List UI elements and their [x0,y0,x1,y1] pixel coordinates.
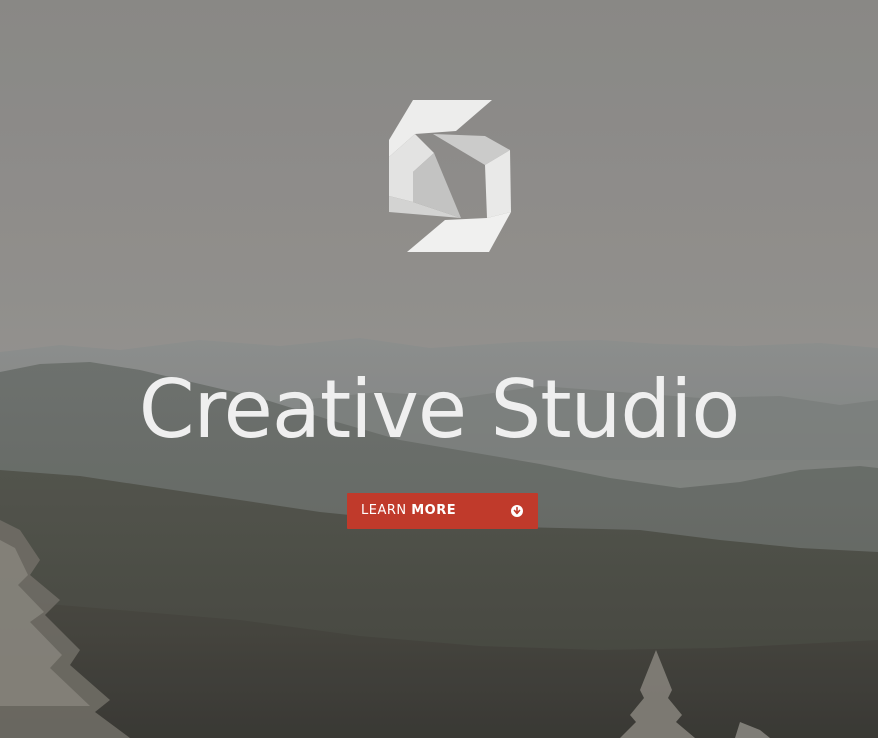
arrow-down-circle-icon [511,505,523,517]
learn-more-label-bold: MORE [411,503,457,518]
hero-section: Creative Studio LEARN MORE [0,0,878,738]
learn-more-label-light: LEARN [361,503,407,518]
learn-more-label: LEARN MORE [361,503,456,518]
page-title: Creative Studio [138,363,741,456]
studio-logo-icon [389,100,511,252]
learn-more-button[interactable]: LEARN MORE [347,493,538,529]
